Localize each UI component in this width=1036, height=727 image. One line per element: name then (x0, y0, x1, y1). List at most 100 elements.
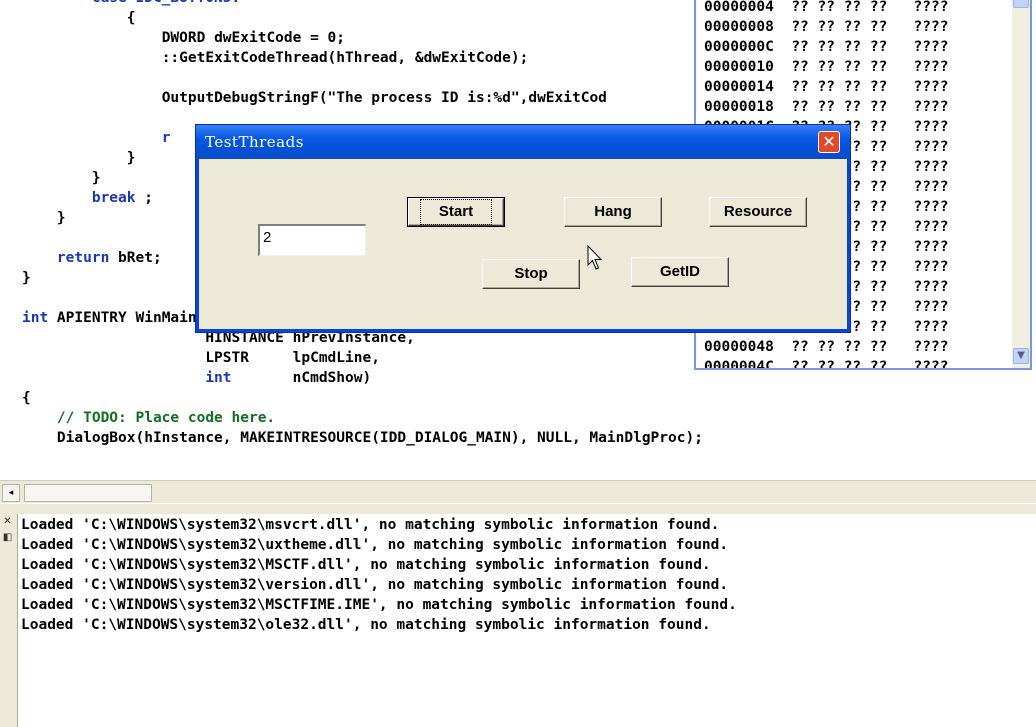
output-line: Loaded 'C:\WINDOWS\system32\MSCTF.dll', … (21, 557, 711, 573)
memory-address: 0000000C (704, 39, 774, 55)
close-output-icon[interactable]: ✕ (1, 515, 14, 528)
memory-ascii: ???? (913, 79, 949, 95)
output-line: Loaded 'C:\WINDOWS\system32\uxtheme.dll'… (21, 537, 729, 553)
code-line: ::GetExitCodeThread(hThread, &dwExitCode… (22, 48, 529, 68)
memory-ascii: ???? (913, 319, 949, 335)
memory-row: 00000014 ?? ?? ?? ?? ???? (704, 77, 948, 97)
code-token: DialogBox(hInstance, MAKEINTRESOURCE(IDD… (56, 430, 703, 446)
hang-button[interactable]: Hang (564, 197, 662, 227)
memory-row: 00000008 ?? ?? ?? ?? ???? (704, 17, 948, 37)
code-token: // TODO: Place code here. (56, 410, 276, 426)
memory-ascii: ???? (913, 59, 949, 75)
memory-ascii: ???? (913, 299, 949, 315)
code-token: break (91, 190, 136, 206)
stop-button[interactable]: Stop (482, 259, 580, 289)
memory-ascii: ???? (913, 119, 949, 135)
output-line: Loaded 'C:\WINDOWS\system32\version.dll'… (21, 577, 729, 593)
memory-ascii: ???? (913, 139, 949, 155)
code-line: case IDC_BUTTON5: (22, 0, 240, 8)
memory-address: 00000014 (704, 79, 774, 95)
code-line: { (22, 8, 136, 28)
scroll-down-icon[interactable]: ▼ (1013, 348, 1029, 364)
memory-ascii: ???? (913, 339, 949, 355)
code-token: } (126, 150, 136, 166)
memory-ascii: ???? (913, 359, 949, 370)
output-line: Loaded 'C:\WINDOWS\system32\ole32.dll', … (21, 617, 711, 633)
close-icon: ✕ (822, 132, 836, 151)
memory-ascii: ???? (913, 39, 949, 55)
code-token: LPSTR lpCmdLine, (205, 350, 380, 366)
code-line: // TODO: Place code here. (22, 408, 275, 428)
code-token: { (126, 10, 136, 26)
code-line: DialogBox(hInstance, MAKEINTRESOURCE(IDD… (22, 428, 703, 448)
code-token: ::GetExitCodeThread(hThread, &dwExitCode… (161, 50, 529, 66)
code-token: HINSTANCE hPrevInstance, (205, 330, 415, 346)
code-token: int (205, 370, 232, 386)
code-line: break ; (22, 188, 153, 208)
code-token: r (161, 130, 171, 146)
memory-ascii: ???? (913, 279, 949, 295)
memory-ascii: ???? (913, 0, 949, 15)
code-token: OutputDebugStringF("The process ID is:%d… (161, 90, 607, 106)
code-token: int (22, 310, 49, 326)
memory-ascii: ???? (913, 239, 949, 255)
scroll-left-icon[interactable]: ◂ (2, 484, 20, 502)
code-token: return (56, 250, 110, 266)
memory-bytes: ?? ?? ?? ?? (791, 59, 888, 75)
scrollbar-thumb[interactable] (24, 484, 152, 502)
pin-output-icon[interactable]: ◧ (1, 531, 14, 544)
memory-address: 00000008 (704, 19, 774, 35)
memory-bytes: ?? ?? ?? ?? (791, 99, 888, 115)
code-token: case IDC_BUTTON5: (92, 0, 240, 6)
code-token: nCmdShow) (231, 370, 372, 386)
memory-ascii: ???? (913, 159, 949, 175)
resource-button[interactable]: Resource (709, 197, 807, 227)
output-pane[interactable]: ✕ ◧ Loaded 'C:\WINDOWS\system32\msvcrt.d… (0, 514, 1036, 727)
code-line: } (22, 148, 136, 168)
memory-bytes: ?? ?? ?? ?? (791, 19, 888, 35)
memory-address: 0000004C (704, 359, 774, 370)
output-gutter: ✕ ◧ (0, 514, 18, 727)
output-line: Loaded 'C:\WINDOWS\system32\MSCTFIME.IME… (21, 597, 737, 613)
number-input[interactable]: 2 (258, 224, 366, 256)
memory-row: 00000048 ?? ?? ?? ?? ???? (704, 337, 948, 357)
memory-row: 0000000C ?? ?? ?? ?? ???? (704, 37, 948, 57)
dialog-titlebar[interactable]: TestThreads ✕ (196, 125, 850, 159)
code-line: } (22, 208, 66, 228)
code-line: r (22, 128, 171, 148)
code-token: ; (135, 190, 153, 206)
memory-address: 00000004 (704, 0, 774, 15)
memory-vertical-scrollbar[interactable]: ▼ (1012, 0, 1030, 368)
start-button-label: Start (419, 199, 493, 225)
memory-ascii: ???? (913, 19, 949, 35)
testthreads-dialog: TestThreads ✕ 2 Start Hang Resource Stop… (196, 125, 850, 332)
start-button[interactable]: Start (407, 197, 505, 227)
code-token: } (91, 170, 101, 186)
code-line: { (22, 388, 31, 408)
code-token: bRet; (109, 250, 162, 266)
scroll-up-icon[interactable] (1013, 0, 1029, 8)
code-token: } (22, 270, 31, 286)
memory-bytes: ?? ?? ?? ?? (791, 339, 888, 355)
code-line: LPSTR lpCmdLine, (22, 348, 380, 368)
memory-bytes: ?? ?? ?? ?? (791, 359, 888, 370)
memory-ascii: ???? (913, 259, 949, 275)
code-token: } (56, 210, 66, 226)
mouse-pointer-icon (587, 245, 603, 270)
memory-ascii: ???? (913, 199, 949, 215)
editor-horizontal-scrollbar[interactable]: ◂ (0, 480, 1036, 503)
memory-bytes: ?? ?? ?? ?? (791, 79, 888, 95)
code-line: } (22, 268, 31, 288)
memory-row: 0000004C ?? ?? ?? ?? ???? (704, 357, 949, 370)
code-line: } (22, 168, 101, 188)
getid-button[interactable]: GetID (631, 257, 729, 287)
memory-bytes: ?? ?? ?? ?? (791, 39, 888, 55)
memory-row: 00000004 ?? ?? ?? ?? ???? (704, 0, 948, 17)
code-token: { (22, 390, 31, 406)
close-button[interactable]: ✕ (818, 131, 840, 153)
memory-row: 00000010 ?? ?? ?? ?? ???? (704, 57, 948, 77)
memory-ascii: ???? (913, 219, 949, 235)
memory-ascii: ???? (913, 179, 949, 195)
code-token: DWORD dwExitCode = 0; (161, 30, 346, 46)
code-line: DWORD dwExitCode = 0; (22, 28, 345, 48)
